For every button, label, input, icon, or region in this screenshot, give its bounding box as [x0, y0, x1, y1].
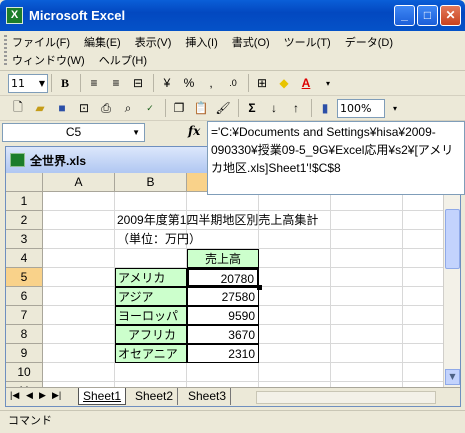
sales-value-cell[interactable]: 9590 — [187, 306, 259, 325]
zoom-value: 100% — [340, 101, 372, 115]
menu-help[interactable]: ヘルプ(H) — [99, 52, 147, 68]
sort-descending-icon[interactable]: ↑ — [286, 98, 306, 118]
fx-icon[interactable]: fx — [188, 124, 200, 138]
row-header-4[interactable]: 4 — [6, 249, 43, 268]
first-sheet-icon[interactable]: |◀ — [10, 390, 19, 401]
menu-file[interactable]: ファイル(F) — [12, 34, 70, 50]
new-file-icon[interactable]: 🗋 — [8, 98, 28, 118]
copy-icon[interactable]: ❐ — [169, 98, 189, 118]
menu-format[interactable]: 書式(O) — [232, 34, 270, 50]
row-header-3[interactable]: 3 — [6, 230, 43, 249]
scroll-thumb[interactable] — [445, 209, 460, 269]
toolbar-options-icon[interactable]: ▾ — [385, 98, 405, 118]
zoom-select[interactable]: 100% — [337, 98, 385, 118]
next-sheet-icon[interactable]: ▶ — [39, 390, 46, 401]
formula-input[interactable]: ='C:¥Documents and Settings¥hisa¥2009-09… — [207, 121, 465, 195]
row-header-7[interactable]: 7 — [6, 306, 43, 325]
standard-toolbar: 🗋 ▰ ■ ⊡ ⎙ ⌕ ✓ ❐ 📋 🖌 Σ ↓ ↑ ▮ 100% ▾ — [0, 96, 465, 121]
merge-center-icon[interactable]: ⊟ — [128, 73, 148, 93]
chevron-down-icon: ▼ — [38, 78, 45, 88]
menu-tools[interactable]: ツール(T) — [284, 34, 331, 50]
autosum-button[interactable]: Σ — [242, 98, 262, 118]
increase-decimal-button[interactable]: .0 — [223, 73, 243, 93]
row-header-8[interactable]: 8 — [6, 325, 43, 344]
sales-header-cell[interactable]: 売上高 — [187, 249, 259, 268]
row-header-10[interactable]: 10 — [6, 363, 43, 382]
font-size-select[interactable]: 11 ▼ — [8, 73, 48, 93]
spreadsheet-grid[interactable]: A B C 1 2 3 4 5 6 7 8 9 10 11 2009年度第1四半… — [6, 173, 443, 387]
minimize-button[interactable]: _ — [394, 5, 415, 26]
tab-sheet2[interactable]: Sheet2 — [131, 388, 179, 405]
maximize-button[interactable]: □ — [417, 5, 438, 26]
status-bar: コマンド — [0, 410, 465, 433]
print-preview-icon[interactable]: ⌕ — [118, 98, 138, 118]
font-color-icon[interactable]: A — [296, 73, 316, 93]
comma-button[interactable]: , — [201, 73, 221, 93]
window-titlebar: X Microsoft Excel _ □ ✕ — [0, 0, 465, 31]
scroll-down-icon[interactable]: ▼ — [445, 369, 460, 385]
menu-window[interactable]: ウィンドウ(W) — [12, 52, 85, 68]
percent-button[interactable]: % — [179, 73, 199, 93]
spelling-icon[interactable]: ✓ — [140, 98, 160, 118]
close-button[interactable]: ✕ — [440, 5, 461, 26]
unit-cell[interactable]: （単位：万円） — [117, 230, 201, 249]
region-cell[interactable]: オセアニア — [115, 344, 187, 363]
chart-wizard-icon[interactable]: ▮ — [315, 98, 335, 118]
chevron-down-icon: ▼ — [132, 128, 140, 137]
open-folder-icon[interactable]: ▰ — [30, 98, 50, 118]
column-header-a[interactable]: A — [43, 173, 115, 192]
sheet-tab-bar: |◀ ◀ ▶ ▶| Sheet1 Sheet2 Sheet3 — [6, 387, 460, 406]
menu-data[interactable]: データ(D) — [345, 34, 393, 50]
name-box-value: C5 — [65, 125, 82, 139]
select-all-corner[interactable] — [6, 173, 43, 192]
align-center-icon[interactable]: ≡ — [106, 73, 126, 93]
region-cell[interactable]: アジア — [115, 287, 187, 306]
region-cell[interactable]: アメリカ — [115, 268, 187, 287]
workbook-name: 全世界.xls — [30, 153, 87, 168]
sales-value-cell[interactable]: 27580 — [187, 287, 259, 306]
formatting-toolbar: 11 ▼ B ≡ ≡ ⊟ ¥ % , .0 ⊞ ◆ A ▾ — [0, 71, 465, 96]
row-header-6[interactable]: 6 — [6, 287, 43, 306]
vertical-scrollbar[interactable]: ▲ ▼ — [443, 173, 460, 387]
last-sheet-icon[interactable]: ▶| — [52, 390, 61, 401]
status-text: コマンド — [8, 415, 52, 427]
workbook-icon — [10, 153, 25, 167]
toolbar-options-icon[interactable]: ▾ — [318, 73, 338, 93]
sales-value-cell[interactable]: 2310 — [187, 344, 259, 363]
excel-app-icon: X — [6, 7, 23, 24]
selected-cell-c5[interactable]: 20780 — [187, 268, 259, 287]
fill-color-icon[interactable]: ◆ — [274, 73, 294, 93]
row-header-1[interactable]: 1 — [6, 192, 43, 211]
prev-sheet-icon[interactable]: ◀ — [26, 390, 33, 401]
tab-sheet3[interactable]: Sheet3 — [184, 388, 232, 405]
region-cell[interactable]: アフリカ — [115, 325, 187, 344]
horizontal-scrollbar[interactable] — [256, 391, 436, 404]
region-cell[interactable]: ヨーロッパ — [115, 306, 187, 325]
align-left-icon[interactable]: ≡ — [84, 73, 104, 93]
paste-icon[interactable]: 📋 — [191, 98, 211, 118]
print-icon[interactable]: ⎙ — [96, 98, 116, 118]
sort-ascending-icon[interactable]: ↓ — [264, 98, 284, 118]
permission-icon[interactable]: ⊡ — [74, 98, 94, 118]
row-header-5[interactable]: 5 — [6, 268, 43, 287]
menu-bar: ファイル(F) 編集(E) 表示(V) 挿入(I) 書式(O) ツール(T) デ… — [0, 31, 465, 71]
menu-view[interactable]: 表示(V) — [135, 34, 172, 50]
font-size-value: 11 — [11, 76, 25, 90]
name-box[interactable]: C5 ▼ — [2, 123, 145, 142]
sales-value-cell[interactable]: 3670 — [187, 325, 259, 344]
row-header-2[interactable]: 2 — [6, 211, 43, 230]
bold-button[interactable]: B — [55, 73, 75, 93]
save-icon[interactable]: ■ — [52, 98, 72, 118]
format-painter-icon[interactable]: 🖌 — [213, 98, 233, 118]
menu-insert[interactable]: 挿入(I) — [185, 34, 217, 50]
row-header-9[interactable]: 9 — [6, 344, 43, 363]
window-title: Microsoft Excel — [29, 8, 126, 23]
borders-icon[interactable]: ⊞ — [252, 73, 272, 93]
tab-sheet1[interactable]: Sheet1 — [78, 388, 127, 405]
report-title-cell[interactable]: 2009年度第1四半期地区別売上高集計 — [117, 211, 318, 230]
column-header-b[interactable]: B — [115, 173, 187, 192]
currency-icon[interactable]: ¥ — [157, 73, 177, 93]
menu-edit[interactable]: 編集(E) — [84, 34, 121, 50]
